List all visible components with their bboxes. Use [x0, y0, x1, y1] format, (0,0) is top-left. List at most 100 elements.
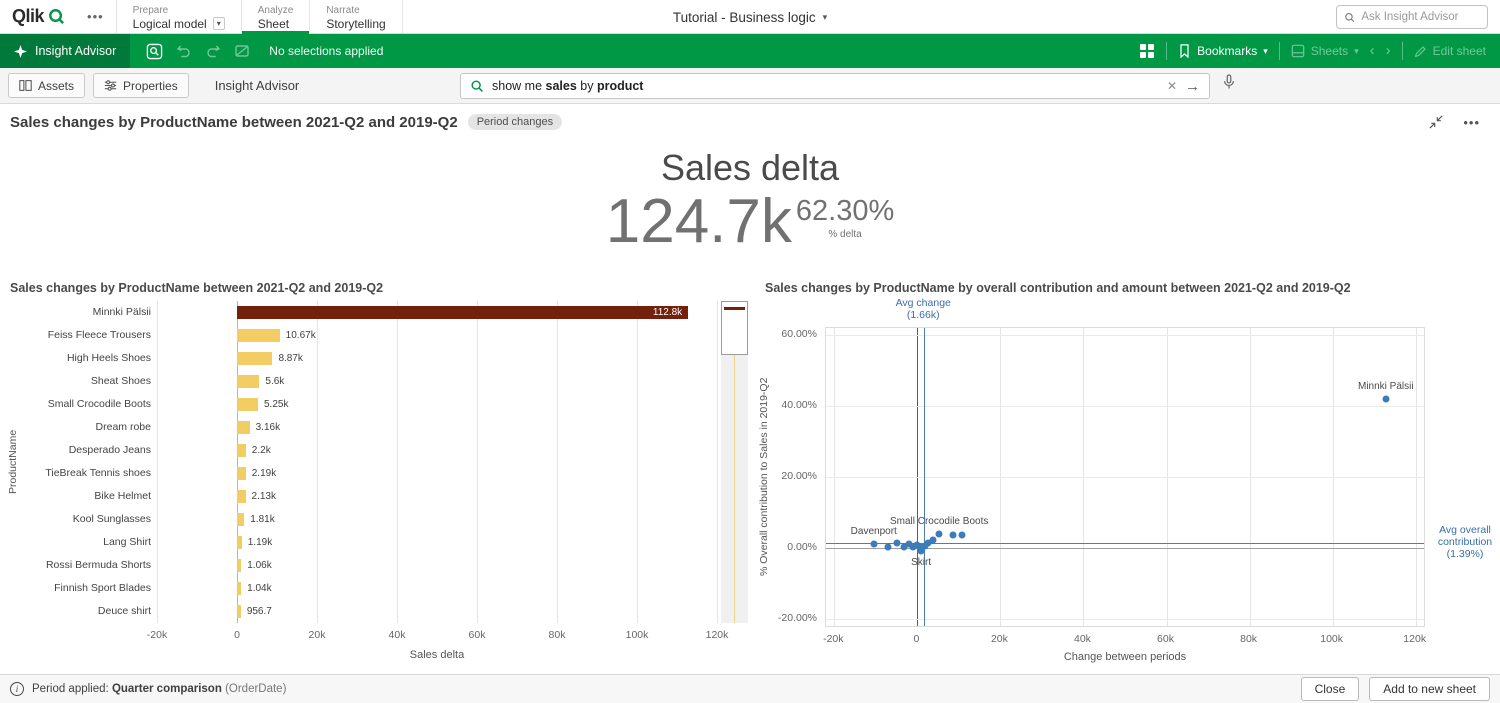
previous-sheet-icon[interactable]: ‹ [1370, 44, 1375, 58]
bar-category-label: Desperado Jeans [20, 439, 151, 462]
sheets-label: Sheets [1311, 44, 1348, 58]
bookmarks-menu[interactable]: Bookmarks ▾ [1178, 44, 1268, 58]
bar[interactable] [237, 398, 258, 411]
scatter-point[interactable] [950, 531, 957, 538]
search-icon [1344, 11, 1355, 24]
period-applied-text: Period applied: Quarter comparison (Orde… [32, 683, 286, 695]
collapse-icon[interactable] [1429, 115, 1443, 129]
bar-category-label: Dream robe [20, 416, 151, 439]
bar[interactable] [237, 421, 250, 434]
ask-insight-advisor-box[interactable] [1336, 5, 1488, 29]
x-tick-label: 60k [1157, 633, 1174, 645]
nav-section-label: Narrate [326, 5, 385, 17]
bar[interactable] [237, 467, 246, 480]
next-sheet-icon[interactable]: › [1386, 44, 1391, 58]
bar[interactable] [237, 352, 272, 365]
redo-selection-icon[interactable] [205, 43, 221, 59]
chart-options-icon[interactable]: ••• [1463, 115, 1480, 130]
bar-value-label: 10.67k [286, 324, 316, 347]
scatter-chart[interactable]: Sales changes by ProductName by overall … [755, 275, 1500, 672]
undo-selection-icon[interactable] [176, 43, 192, 59]
microphone-icon[interactable] [1222, 74, 1236, 90]
bar-category-label: Minnki Pälsii [20, 301, 151, 324]
bar[interactable] [237, 444, 246, 457]
smart-search-icon[interactable] [146, 43, 163, 60]
query-word: product [597, 79, 644, 93]
bar[interactable] [237, 306, 688, 319]
scatter-point[interactable] [1382, 395, 1389, 402]
toolbar-divider [1279, 42, 1280, 60]
chevron-down-icon[interactable]: ▾ [213, 17, 225, 30]
nav-prepare-logical-model[interactable]: Prepare Logical model▾ [116, 0, 241, 33]
top-bar: Qlik ••• Prepare Logical model▾ Analyze … [0, 0, 1500, 34]
scatter-point[interactable] [936, 531, 943, 538]
x-tick-label: 80k [1240, 633, 1257, 645]
more-menu-icon[interactable]: ••• [75, 0, 116, 33]
bar[interactable] [237, 490, 246, 503]
bar-category-label: Rossi Bermuda Shorts [20, 554, 151, 577]
scatter-point[interactable] [870, 540, 877, 547]
sheet-icon [1291, 44, 1305, 58]
insight-advisor-search-box[interactable]: show me sales by product ✕ → [460, 73, 1210, 99]
assets-panel-button[interactable]: Assets [8, 73, 85, 98]
sheets-menu[interactable]: Sheets ▾ [1291, 44, 1359, 58]
gridline [637, 301, 638, 623]
nav-analyze-sheet[interactable]: Analyze Sheet [241, 0, 310, 33]
bar[interactable] [237, 513, 244, 526]
x-tick-label: 20k [991, 633, 1008, 645]
x-tick-label: 120k [1403, 633, 1426, 645]
add-to-new-sheet-button[interactable]: Add to new sheet [1369, 677, 1490, 701]
clear-query-icon[interactable]: ✕ [1167, 80, 1177, 92]
chart-minimap-scrollbar[interactable] [721, 301, 748, 623]
scatter-point[interactable] [885, 543, 892, 550]
panel-title: Insight Advisor [215, 78, 300, 93]
x-tick-label: -20k [823, 633, 843, 645]
result-title: Sales changes by ProductName between 202… [10, 114, 458, 131]
clear-selections-icon[interactable] [234, 43, 250, 59]
search-query-text[interactable]: show me sales by product [492, 79, 1159, 93]
bar-chart[interactable]: Sales changes by ProductName between 202… [0, 275, 755, 672]
bar[interactable] [237, 375, 259, 388]
app-overview-grid-icon[interactable] [1139, 43, 1155, 59]
scatter-chart-plot-area: DavenportSkirtSmall Crocodile BootsMinnk… [825, 327, 1425, 627]
kpi-block[interactable]: Sales delta 124.7k 62.30% % delta [0, 146, 1500, 252]
ask-insight-advisor-input[interactable] [1361, 11, 1480, 23]
bar[interactable] [237, 329, 280, 342]
qlik-logo[interactable]: Qlik [0, 0, 75, 33]
scatter-chart-y-axis: -20.00%0.00%20.00%40.00%60.00% [771, 327, 821, 627]
submit-query-icon[interactable]: → [1185, 79, 1200, 94]
y-tick-label: 0.00% [787, 541, 817, 553]
bar-category-label: Kool Sunglasses [20, 508, 151, 531]
bar-category-label: Small Crocodile Boots [20, 393, 151, 416]
scatter-point[interactable] [893, 539, 900, 546]
bar[interactable] [237, 605, 241, 618]
properties-panel-button[interactable]: Properties [93, 73, 189, 98]
avg-change-refline [924, 328, 925, 626]
bookmark-icon [1178, 44, 1191, 58]
bar[interactable] [237, 536, 242, 549]
bar-chart-title: Sales changes by ProductName between 202… [10, 281, 383, 295]
gridline [826, 477, 1424, 478]
scatter-point[interactable] [930, 536, 937, 543]
edit-sheet-button[interactable]: Edit sheet [1414, 44, 1486, 58]
nav-narrate-storytelling[interactable]: Narrate Storytelling [309, 0, 402, 33]
result-header: Sales changes by ProductName between 202… [0, 105, 1500, 139]
close-button[interactable]: Close [1301, 677, 1360, 701]
bar[interactable] [237, 559, 241, 572]
period-field: (OrderDate) [225, 683, 286, 695]
scatter-point-label: Skirt [911, 557, 931, 568]
bar-chart-y-axis-title: ProductName [6, 301, 20, 623]
assets-icon [19, 79, 32, 92]
minimap-viewport[interactable] [721, 301, 748, 355]
x-tick-label: 100k [626, 629, 649, 641]
bar-category-label: Finnish Sport Blades [20, 577, 151, 600]
app-title-menu[interactable]: Tutorial - Business logic ▾ [673, 0, 827, 34]
period-name: Quarter comparison [112, 683, 222, 695]
bar-category-label: Feiss Fleece Trousers [20, 324, 151, 347]
scatter-point[interactable] [958, 531, 965, 538]
insight-advisor-button[interactable]: Insight Advisor [0, 34, 130, 68]
toolbar-divider [1402, 42, 1403, 60]
gridline [717, 301, 718, 623]
bar[interactable] [237, 582, 241, 595]
insight-advisor-icon [14, 45, 27, 58]
